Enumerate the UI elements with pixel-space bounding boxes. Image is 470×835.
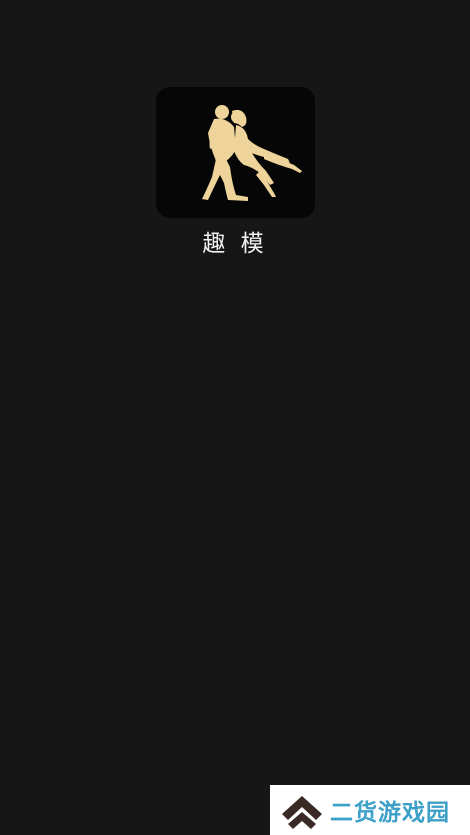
double-chevron-up-icon bbox=[276, 785, 328, 835]
watermark-text: 二货游戏园 bbox=[330, 800, 450, 826]
dancing-couple-silhouette-icon bbox=[202, 105, 302, 201]
app-icon[interactable] bbox=[156, 87, 315, 218]
app-name-label: 趣 模 bbox=[202, 231, 268, 257]
watermark-banner: 二货游戏园 bbox=[270, 785, 470, 835]
